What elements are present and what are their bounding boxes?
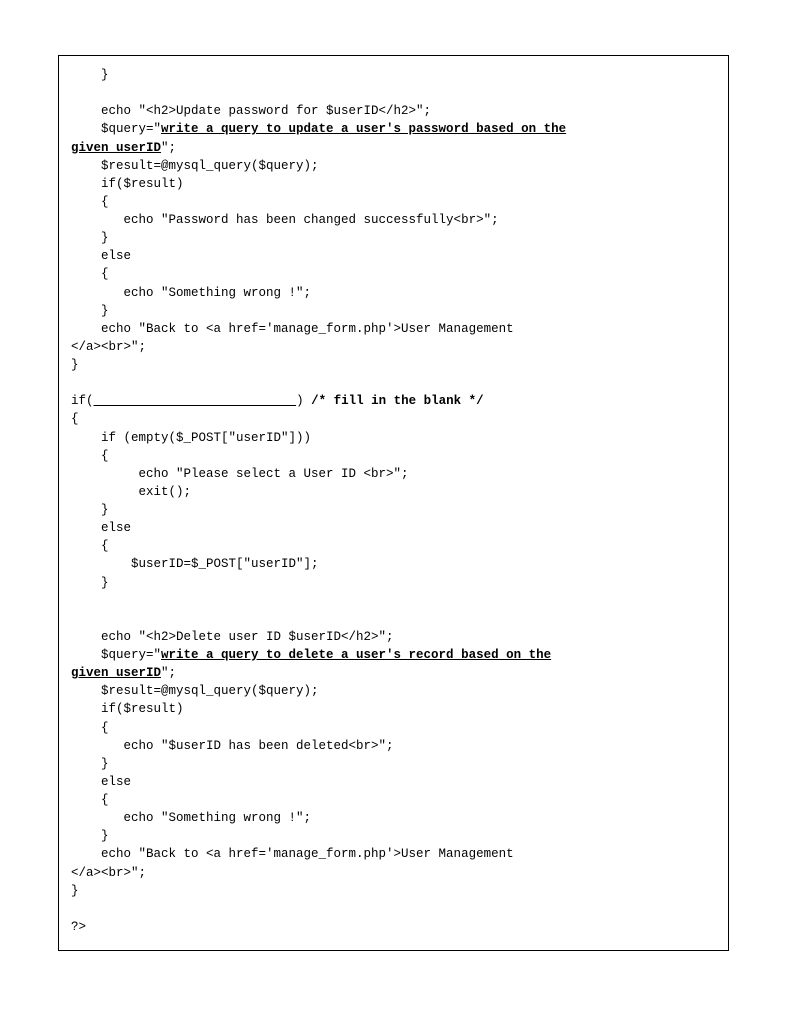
code-line: } xyxy=(71,829,109,843)
instruction-text: write a query to update a user's passwor… xyxy=(161,122,566,136)
code-line: { xyxy=(71,721,109,735)
code-line: if($result) xyxy=(71,177,184,191)
code-line: $query=" xyxy=(71,122,161,136)
code-line: else xyxy=(71,249,131,263)
code-line: $result=@mysql_query($query); xyxy=(71,159,319,173)
instruction-text: write a query to delete a user's record … xyxy=(161,648,551,662)
code-line: ?> xyxy=(71,920,86,934)
code-line: echo "<h2>Update password for $userID</h… xyxy=(71,104,431,118)
code-line: } xyxy=(71,358,79,372)
code-line: echo "Back to <a href='manage_form.php'>… xyxy=(71,847,514,861)
code-line: { xyxy=(71,793,109,807)
code-line: exit(); xyxy=(71,485,191,499)
code-line: { xyxy=(71,412,79,426)
code-line: { xyxy=(71,267,109,281)
code-line: </a><br>"; xyxy=(71,340,146,354)
code-line: } xyxy=(71,757,109,771)
code-block: } echo "<h2>Update password for $userID<… xyxy=(58,55,729,951)
page-container: } echo "<h2>Update password for $userID<… xyxy=(0,0,787,1011)
code-line: </a><br>"; xyxy=(71,866,146,880)
code-line: } xyxy=(71,68,109,82)
code-line: echo "<h2>Delete user ID $userID</h2>"; xyxy=(71,630,394,644)
code-line: { xyxy=(71,195,109,209)
comment-text: /* fill in the blank */ xyxy=(311,394,484,408)
code-line: } xyxy=(71,231,109,245)
code-line: echo "Please select a User ID <br>"; xyxy=(71,467,409,481)
code-line: ) xyxy=(296,394,311,408)
code-line: $result=@mysql_query($query); xyxy=(71,684,319,698)
code-line: echo "Something wrong !"; xyxy=(71,286,311,300)
code-line: } xyxy=(71,884,79,898)
code-line: echo "Password has been changed successf… xyxy=(71,213,499,227)
instruction-text: given userID xyxy=(71,666,161,680)
code-line: { xyxy=(71,539,109,553)
code-line: "; xyxy=(161,141,176,155)
code-line: { xyxy=(71,449,109,463)
code-line: $query=" xyxy=(71,648,161,662)
instruction-text: given userID xyxy=(71,141,161,155)
code-line: if (empty($_POST["userID"])) xyxy=(71,431,311,445)
code-line: $userID=$_POST["userID"]; xyxy=(71,557,319,571)
code-line: echo "Back to <a href='manage_form.php'>… xyxy=(71,322,514,336)
fill-blank xyxy=(94,392,297,410)
code-line: else xyxy=(71,775,131,789)
code-line: if( xyxy=(71,394,94,408)
code-line: } xyxy=(71,576,109,590)
code-line: echo "$userID has been deleted<br>"; xyxy=(71,739,394,753)
code-line: echo "Something wrong !"; xyxy=(71,811,311,825)
code-line: if($result) xyxy=(71,702,184,716)
code-line: } xyxy=(71,503,109,517)
code-line: "; xyxy=(161,666,176,680)
code-line: else xyxy=(71,521,131,535)
code-line: } xyxy=(71,304,109,318)
